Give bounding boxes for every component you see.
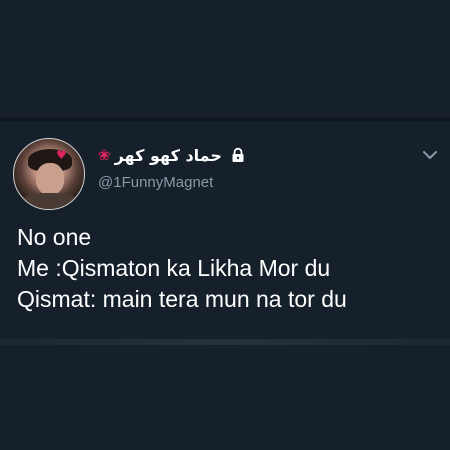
- chevron-down-icon[interactable]: [420, 147, 440, 163]
- cut-off-edge: [0, 339, 450, 345]
- tweet-line: No one: [17, 224, 92, 250]
- rose-icon: ❀: [98, 145, 111, 164]
- heart-icon: ♥: [56, 148, 67, 162]
- display-name-row[interactable]: ❀ حماد کھو کھر: [98, 141, 246, 169]
- avatar[interactable]: ♥: [13, 138, 85, 210]
- user-handle[interactable]: @1FunnyMagnet: [98, 174, 213, 191]
- tweet-card[interactable]: ♥ ❀ حماد کھو کھر @1FunnyMagnet No one Me…: [0, 121, 450, 450]
- lock-icon: [232, 147, 244, 162]
- tweet-text: No one Me :Qismaton ka Likha Mor du Qism…: [17, 222, 437, 315]
- top-blank-area: [0, 0, 450, 118]
- tweet-line: Me :Qismaton ka Likha Mor du: [17, 255, 331, 281]
- tweet-line: Qismat: main tera mun na tor du: [17, 286, 347, 312]
- display-name[interactable]: حماد کھو کھر: [115, 146, 222, 165]
